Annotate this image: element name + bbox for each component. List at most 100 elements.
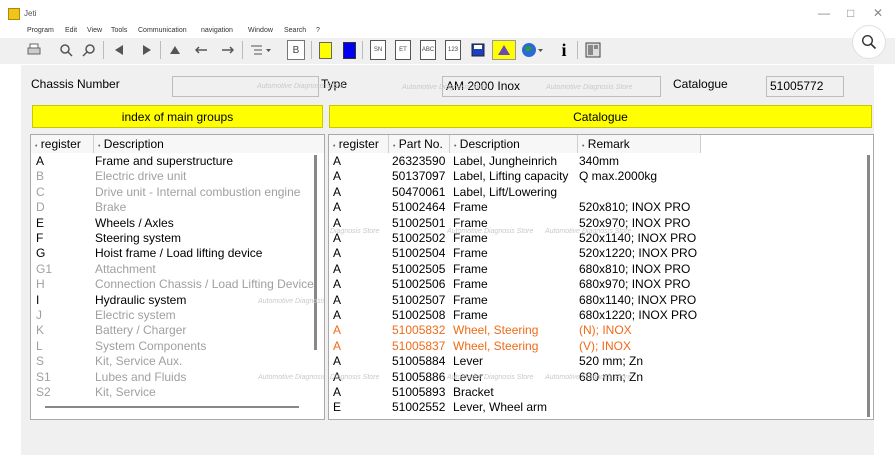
menu-navigation[interactable]: navigation	[201, 27, 233, 34]
save-icon[interactable]	[470, 40, 486, 60]
partno-cell: 26323590	[392, 154, 446, 168]
register-cell: L	[36, 338, 43, 353]
partno-cell: 51002506	[392, 277, 446, 292]
register-cell: C	[36, 184, 45, 199]
partno-cell: 51005893	[392, 385, 446, 399]
description-cell: Steering system	[95, 231, 182, 245]
watermark: Automotive Diagnosis Store	[402, 84, 489, 91]
col-header-partno[interactable]: • Part No.	[389, 135, 450, 153]
description-cell: Wheel, Steering	[453, 338, 539, 353]
list-item[interactable]: E Wheels / Axles	[31, 216, 324, 231]
blue-square-icon[interactable]	[342, 40, 356, 60]
list-item[interactable]: J Electric system	[31, 308, 324, 323]
table-row[interactable]: A 51002504 Frame 520x1220; INOX PRO	[329, 246, 873, 261]
sn-icon[interactable]: SN	[370, 40, 386, 60]
list-item[interactable]: G1 Attachment	[31, 262, 324, 277]
list-item[interactable]: K Battery / Charger	[31, 323, 324, 338]
close-button[interactable]: ✕	[873, 6, 883, 20]
table-row[interactable]: A 51005832 Wheel, Steering (N); INOX	[329, 323, 873, 338]
description-cell: Brake	[95, 200, 127, 215]
scrollbar[interactable]	[867, 155, 870, 417]
description-cell: Lever	[453, 354, 484, 369]
table-row[interactable]: A 50470061 Label, Lift/Lowering	[329, 185, 873, 200]
table-row[interactable]: A 51002507 Frame 680x1140; INOX PRO	[329, 293, 873, 308]
list-item[interactable]: C Drive unit - Internal combustion engine	[31, 185, 324, 200]
table-row[interactable]: A 51005884 Lever 520 mm; Zn	[329, 354, 873, 369]
col-header-register[interactable]: • register	[329, 135, 389, 153]
description-cell: Lever, Wheel arm	[453, 400, 548, 415]
main-area: Chassis Number Type AM 2000 Inox Catalog…	[21, 65, 874, 455]
list-item[interactable]: L System Components	[31, 339, 324, 354]
table-row[interactable]: A 51002464 Frame 520x810; INOX PRO	[329, 200, 873, 215]
app-icon	[8, 8, 20, 20]
register-cell: J	[36, 308, 42, 322]
partno-cell: 51002505	[392, 261, 446, 276]
description-cell: Wheel, Steering	[453, 323, 539, 338]
description-cell: Electric drive unit	[95, 169, 187, 184]
partno-cell: 51002507	[392, 292, 446, 307]
list-item[interactable]: G Hoist frame / Load lifting device	[31, 246, 324, 261]
restore-button[interactable]: □	[847, 6, 854, 20]
partno-cell: 50137097	[392, 169, 446, 184]
menu-help[interactable]: ?	[316, 27, 320, 34]
menu-tools[interactable]: Tools	[111, 27, 127, 34]
register-cell: S1	[36, 369, 51, 384]
menu-search[interactable]: Search	[284, 27, 306, 34]
menu-window[interactable]: Window	[248, 27, 273, 34]
table-row[interactable]: A 51002505 Frame 680x810; INOX PRO	[329, 262, 873, 277]
b-button[interactable]: B	[287, 40, 305, 60]
forward-triangle-icon[interactable]	[140, 40, 154, 60]
table-row[interactable]: A 51002508 Frame 680x1220; INOX PRO	[329, 308, 873, 323]
zoom-icon[interactable]	[57, 40, 75, 60]
yellow-square-icon[interactable]	[318, 40, 332, 60]
col-header-register[interactable]: • register	[31, 135, 94, 153]
list-item[interactable]: D Brake	[31, 200, 324, 215]
register-cell: D	[36, 200, 45, 215]
catalogue-field[interactable]: 51005772	[766, 76, 844, 97]
menu-view[interactable]: View	[87, 27, 102, 34]
description-cell: Frame	[453, 200, 488, 215]
search-button[interactable]	[852, 25, 886, 59]
back-triangle-icon[interactable]	[112, 40, 126, 60]
et-icon[interactable]: ET	[395, 40, 411, 60]
description-cell: Frame	[453, 261, 488, 276]
title-bar: Jeti — □ ✕	[0, 0, 895, 26]
table-row[interactable]: A 51002506 Frame 680x970; INOX PRO	[329, 277, 873, 292]
col-header-description[interactable]: • Description	[450, 135, 578, 153]
minimize-button[interactable]: —	[818, 6, 830, 20]
info-icon[interactable]: i	[557, 40, 571, 60]
find-icon[interactable]	[80, 40, 98, 60]
table-row[interactable]: E 51002552 Lever, Wheel arm	[329, 400, 873, 415]
watermark: Automotive Diagnosis Store	[546, 84, 633, 91]
print-icon[interactable]	[24, 40, 44, 60]
register-cell: S	[36, 354, 45, 369]
table-row[interactable]: A 26323590 Label, Jungheinrich 340mm	[329, 154, 873, 169]
menu-communication[interactable]: Communication	[138, 27, 187, 34]
col-header-remark[interactable]: • Remark	[578, 135, 701, 153]
list-item[interactable]: H Connection Chassis / Load Lifting Devic…	[31, 277, 324, 292]
arrow-right-icon[interactable]	[220, 40, 236, 60]
list-item[interactable]: A Frame and superstructure	[31, 154, 324, 169]
list-item[interactable]: S2 Kit, Service	[31, 385, 324, 400]
table-row[interactable]: A 51005893 Bracket	[329, 385, 873, 400]
globe-dropdown-icon[interactable]	[520, 40, 546, 60]
horizontal-scrollbar[interactable]	[45, 406, 299, 408]
arrow-left-icon[interactable]	[193, 40, 209, 60]
scrollbar[interactable]	[314, 155, 317, 350]
up-triangle-icon[interactable]	[167, 40, 183, 60]
col-header-description[interactable]: • Description	[94, 135, 324, 153]
table-row[interactable]: A 51005837 Wheel, Steering (V); INOX	[329, 339, 873, 354]
list-item[interactable]: S Kit, Service Aux.	[31, 354, 324, 369]
menu-edit[interactable]: Edit	[65, 27, 77, 34]
abc-icon[interactable]: ABC	[420, 40, 436, 60]
register-cell: I	[36, 292, 40, 307]
list-item[interactable]: F Steering system	[31, 231, 324, 246]
menu-program[interactable]: Program	[27, 27, 54, 34]
highlight-icon[interactable]	[492, 40, 516, 60]
window-layout-icon[interactable]	[584, 40, 602, 60]
register-cell: A	[333, 246, 342, 261]
tree-dropdown-icon[interactable]	[248, 40, 274, 60]
numbers-icon[interactable]: 123	[445, 40, 461, 60]
list-item[interactable]: B Electric drive unit	[31, 169, 324, 184]
table-row[interactable]: A 50137097 Label, Lifting capacity Q max.20…	[329, 169, 873, 184]
